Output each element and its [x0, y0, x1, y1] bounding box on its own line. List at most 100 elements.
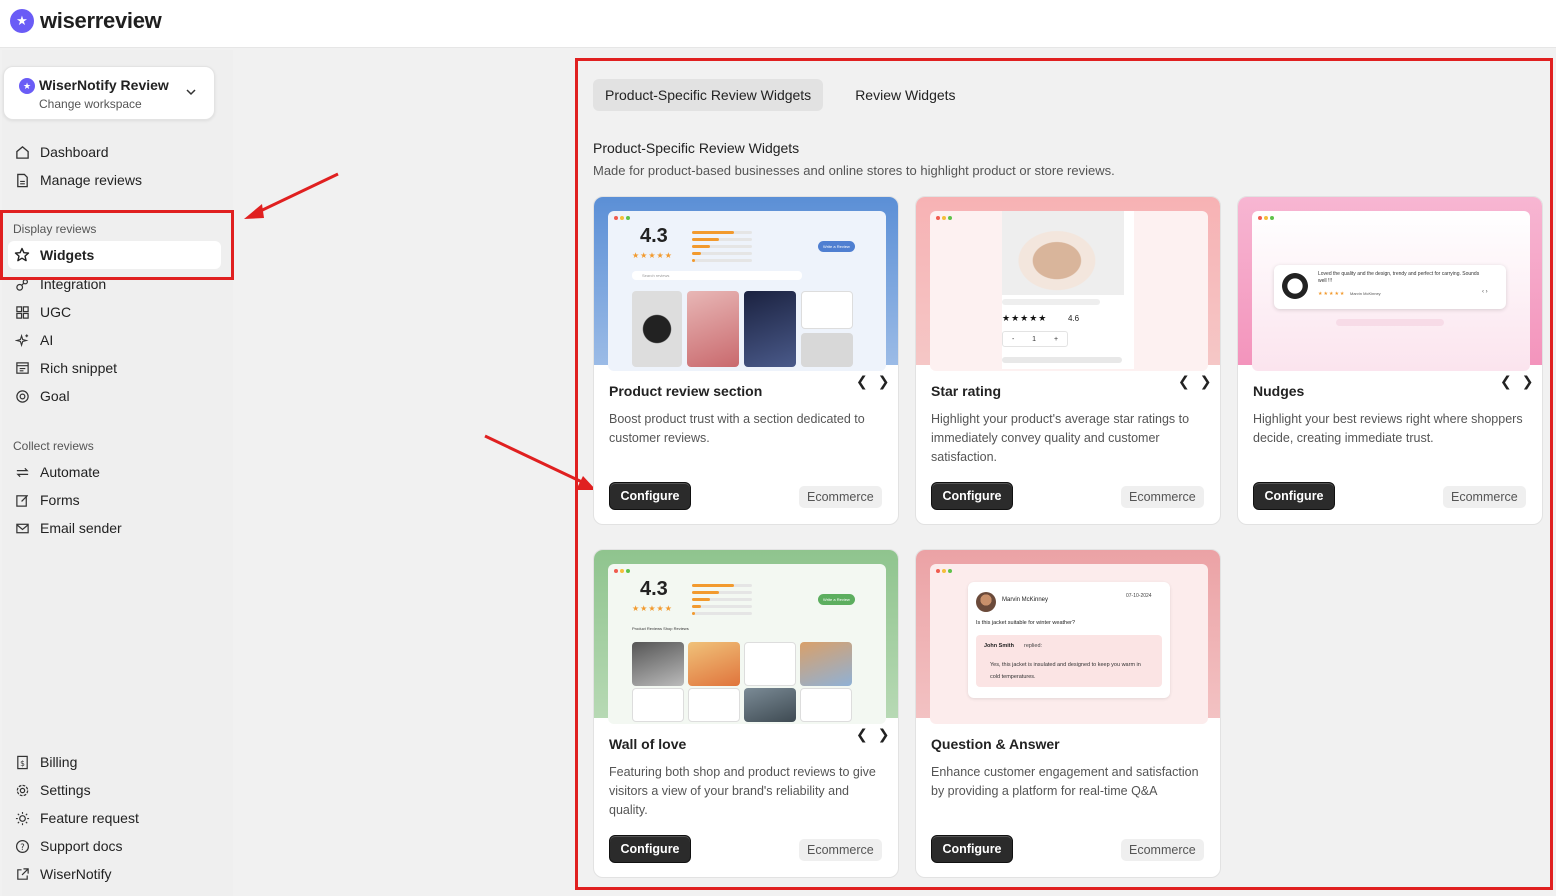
- card-description: Enhance customer engagement and satisfac…: [931, 765, 1199, 798]
- document-icon: [14, 172, 30, 188]
- configure-button[interactable]: Configure: [609, 835, 691, 863]
- widget-card-product-review-section[interactable]: 4.3 ★★★★★ Write a Review Search reviews …: [593, 196, 899, 525]
- sidebar: ★ WiserNotify Review Change workspace Da…: [2, 50, 233, 896]
- qa-replied: replied:: [1024, 643, 1043, 649]
- chevron-right-icon[interactable]: ❯: [878, 726, 890, 743]
- sidebar-item-email-sender[interactable]: Email sender: [14, 516, 122, 540]
- sidebar-item-label: Email sender: [40, 520, 122, 536]
- external-link-icon: [14, 866, 30, 882]
- mail-icon: [14, 520, 30, 536]
- rating-stars: ★★★★★: [632, 251, 673, 260]
- chevron-right-icon[interactable]: ❯: [1200, 373, 1212, 390]
- sidebar-item-label: Automate: [40, 464, 100, 480]
- qty-plus: +: [1053, 335, 1059, 343]
- sidebar-item-label: Dashboard: [40, 144, 109, 160]
- svg-text:?: ?: [20, 841, 24, 851]
- sidebar-item-goal[interactable]: Goal: [14, 384, 70, 408]
- annotation-arrow-icon: [484, 434, 596, 490]
- widget-card-star-rating[interactable]: ★★★★★ 4.6 - 1 + Star rating ❮ ❯ Highligh…: [915, 196, 1221, 525]
- category-tag: Ecommerce: [1443, 486, 1526, 508]
- review-search-input: Search reviews: [632, 271, 802, 280]
- sidebar-item-feature-request[interactable]: Feature request: [14, 806, 139, 830]
- workspace-switcher[interactable]: ★ WiserNotify Review Change workspace: [3, 66, 215, 120]
- nudge-stars: ★★★★★: [1318, 291, 1346, 297]
- sidebar-item-rich-snippet[interactable]: Rich snippet: [14, 356, 117, 380]
- rating-value: 4.3: [640, 225, 668, 247]
- help-icon: ?: [14, 838, 30, 854]
- sidebar-item-automate[interactable]: Automate: [14, 460, 100, 484]
- annotation-arrow-icon: [244, 172, 339, 219]
- category-tag: Ecommerce: [1121, 486, 1204, 508]
- qa-date: 07-10-2024: [1126, 593, 1152, 599]
- section-description: Made for product-based businesses and on…: [593, 163, 1115, 178]
- grid-icon: [14, 304, 30, 320]
- card-preview-image: 4.3 ★★★★★ Write a Review Search reviews: [594, 197, 898, 371]
- card-preview-image: Marvin McKinney 07-10-2024 Is this jacke…: [916, 550, 1220, 724]
- star-rating-value: 4.6: [1068, 314, 1080, 323]
- chevron-left-icon[interactable]: ❮: [856, 726, 868, 743]
- sidebar-item-label: AI: [40, 332, 54, 348]
- workspace-star-icon: ★: [19, 78, 35, 94]
- chevron-right-icon[interactable]: ❯: [878, 373, 890, 390]
- receipt-icon: $: [14, 754, 30, 770]
- sidebar-item-forms[interactable]: Forms: [14, 488, 80, 512]
- sidebar-item-label: Rich snippet: [40, 360, 118, 376]
- qty-value: 1: [1032, 335, 1037, 343]
- sidebar-item-label: WiserNotify: [40, 866, 112, 882]
- logo[interactable]: ★ wiserreview: [10, 8, 162, 34]
- card-title: Product review section: [609, 383, 763, 399]
- chevron-right-icon[interactable]: ❯: [1522, 373, 1534, 390]
- sidebar-item-manage-reviews[interactable]: Manage reviews: [14, 168, 142, 192]
- sidebar-item-support-docs[interactable]: ? Support docs: [14, 834, 123, 858]
- category-tag: Ecommerce: [799, 486, 882, 508]
- logo-text: wiserreview: [40, 8, 162, 33]
- repeat-icon: [14, 464, 30, 480]
- widget-card-nudges[interactable]: Loved the quality and the design, trendy…: [1237, 196, 1543, 525]
- sidebar-item-label: Settings: [40, 782, 91, 798]
- sun-icon: [14, 810, 30, 826]
- headphone-image: [1280, 271, 1310, 301]
- widget-card-wall-of-love[interactable]: 4.3 ★★★★★ Write a Review Product Reviews…: [593, 549, 899, 878]
- sidebar-item-wisernotify[interactable]: WiserNotify: [14, 862, 112, 886]
- sidebar-item-label: Manage reviews: [40, 172, 142, 188]
- tab-review-widgets[interactable]: Review Widgets: [843, 79, 967, 111]
- card-title: Star rating: [931, 383, 1002, 399]
- card-description: Highlight your best reviews right where …: [1253, 412, 1523, 445]
- card-carousel-arrows: ❮ ❯: [1178, 373, 1211, 390]
- chevron-left-icon[interactable]: ❮: [1178, 373, 1190, 390]
- qty-minus: -: [1011, 335, 1015, 343]
- sidebar-item-settings[interactable]: Settings: [14, 778, 91, 802]
- qa-question: Is this jacket suitable for winter weath…: [976, 620, 1076, 626]
- workspace-change-link: Change workspace: [39, 97, 142, 111]
- configure-button[interactable]: Configure: [609, 482, 691, 510]
- sidebar-item-label: Feature request: [40, 810, 139, 826]
- widget-tabs: Product-Specific Review Widgets Review W…: [593, 79, 968, 111]
- wall-tabs: Product Reviews Shop Reviews: [632, 626, 689, 631]
- sidebar-item-billing[interactable]: $ Billing: [14, 750, 77, 774]
- sidebar-item-dashboard[interactable]: Dashboard: [14, 140, 109, 164]
- configure-button[interactable]: Configure: [931, 835, 1013, 863]
- tab-product-specific[interactable]: Product-Specific Review Widgets: [593, 79, 824, 111]
- widget-card-question-answer[interactable]: Marvin McKinney 07-10-2024 Is this jacke…: [915, 549, 1221, 878]
- sidebar-item-label: Billing: [40, 754, 78, 770]
- configure-button[interactable]: Configure: [931, 482, 1013, 510]
- chevron-left-icon[interactable]: ❮: [1500, 373, 1512, 390]
- sparkle-icon: [14, 332, 30, 348]
- card-carousel-arrows: ❮ ❯: [1500, 373, 1533, 390]
- nudge-author: Marvin McKinney: [1350, 291, 1381, 296]
- write-review-button: Write a Review: [818, 241, 855, 252]
- rating-stars: ★★★★★: [632, 604, 673, 613]
- category-tag: Ecommerce: [799, 839, 882, 861]
- card-preview-image: ★★★★★ 4.6 - 1 +: [916, 197, 1220, 371]
- top-bar: ★ wiserreview: [0, 0, 1556, 48]
- sidebar-item-ai[interactable]: AI: [14, 328, 53, 352]
- gear-icon: [14, 782, 30, 798]
- rating-value: 4.3: [640, 578, 668, 600]
- nudge-review-text: Loved the quality and the design, trendy…: [1318, 271, 1480, 284]
- category-tag: Ecommerce: [1121, 839, 1204, 861]
- star-rating-stars: ★★★★★: [1002, 313, 1048, 323]
- configure-button[interactable]: Configure: [1253, 482, 1335, 510]
- sidebar-item-ugc[interactable]: UGC: [14, 300, 71, 324]
- chevron-left-icon[interactable]: ❮: [856, 373, 868, 390]
- card-title: Nudges: [1253, 383, 1305, 399]
